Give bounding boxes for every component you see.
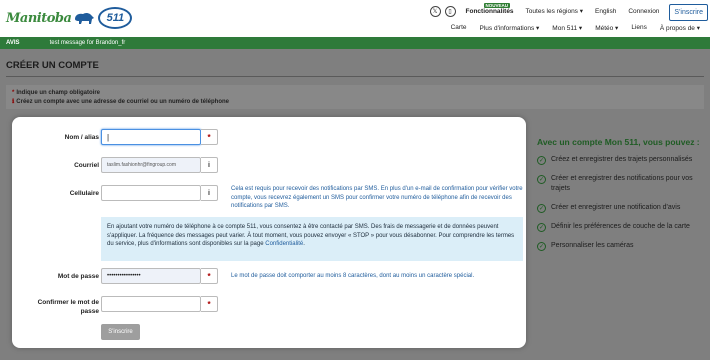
check-circle-icon: ✓ (537, 204, 546, 213)
notice-required-text: Indique un champ obligatoire (16, 90, 101, 96)
check-circle-icon: ✓ (537, 175, 546, 184)
benefit-text: Personnaliser les caméras (551, 242, 634, 249)
features-label: Fonctionnalités (465, 7, 514, 15)
nav-more-info[interactable]: Plus d'informations ▾ (480, 24, 540, 32)
benefit-item: ✓ Créer et enregistrer une notification d… (537, 203, 707, 213)
top-nav: 𝕏 ▯ NOUVEAU Fonctionnalités Toutes les r… (429, 2, 710, 21)
new-badge: NOUVEAU (483, 2, 511, 8)
alert-message[interactable]: test message for Brandon_fr (50, 40, 126, 46)
required-icon: * (201, 129, 218, 145)
benefits-panel: Avec un compte Mon 511, vous pouvez : ✓ C… (537, 137, 707, 260)
name-input[interactable]: | (101, 129, 201, 145)
cell-input[interactable] (101, 185, 201, 201)
name-label: Nom / alias (64, 134, 99, 141)
confirm-password-label: Confirmer le mot de passe (38, 298, 99, 316)
alert-banner: AVIS test message for Brandon_fr (0, 37, 710, 49)
x-twitter-icon[interactable]: 𝕏 (429, 5, 441, 17)
main-nav: Carte Plus d'informations ▾ Mon 511 ▾ Mé… (438, 24, 700, 32)
sms-consent-text: En ajoutant votre numéro de téléphone à … (107, 224, 515, 247)
benefits-title: Avec un compte Mon 511, vous pouvez : (537, 137, 700, 147)
site-header: Manitoba 511 𝕏 ▯ NOUVEAU Fonctionnalités… (0, 0, 710, 37)
confirm-label-line1: Confirmer le mot de (37, 299, 99, 306)
required-asterisk: * (12, 90, 15, 96)
info-icon[interactable]: i (201, 185, 218, 201)
email-label: Courriel (74, 162, 99, 169)
benefit-text: Créer et enregistrer une notification d'… (551, 204, 681, 211)
required-icon: * (201, 268, 218, 284)
signup-top-button[interactable]: S'inscrire (669, 3, 708, 21)
info-icon[interactable]: i (201, 157, 218, 173)
password-input[interactable]: •••••••••••••••• (101, 268, 201, 284)
sms-consent-info: En ajoutant votre numéro de téléphone à … (101, 217, 523, 261)
required-icon: * (201, 296, 218, 312)
features-link[interactable]: NOUVEAU Fonctionnalités (465, 2, 514, 15)
check-circle-icon: ✓ (537, 223, 546, 232)
nav-map[interactable]: Carte (451, 24, 467, 32)
phone-icon[interactable]: ▯ (444, 5, 456, 17)
signup-form-modal: Nom / alias | * Courriel taslim.fashionh… (12, 117, 526, 348)
manitoba-511-logo[interactable]: Manitoba 511 (6, 6, 133, 30)
page-title: CRÉER UN COMPTE (6, 60, 99, 71)
benefit-item: ✓ Créez et enregistrer des trajets person… (537, 155, 707, 165)
bison-icon (75, 12, 95, 24)
check-circle-icon: ✓ (537, 242, 546, 251)
badge-511: 511 (98, 7, 133, 29)
privacy-link[interactable]: Confidentialité (265, 241, 303, 247)
nav-my511[interactable]: Mon 511 ▾ (552, 24, 582, 32)
nav-weather[interactable]: Météo ▾ (595, 24, 618, 32)
check-circle-icon: ✓ (537, 156, 546, 165)
benefit-text: Créez et enregistrer des trajets personn… (551, 156, 693, 163)
password-help-text: Le mot de passe doit comporter au moins … (231, 273, 475, 279)
submit-button[interactable]: S'inscrire (101, 324, 140, 340)
confirm-label-line2: passe (80, 308, 99, 315)
alert-label: AVIS (6, 40, 20, 46)
notice-info-text: Créez un compte avec une adresse de cour… (16, 99, 230, 105)
divider (6, 76, 704, 77)
info-icon: ℹ (12, 99, 15, 105)
nav-links[interactable]: Liens (631, 24, 647, 32)
benefits-list: ✓ Créez et enregistrer des trajets person… (537, 155, 707, 251)
nav-about[interactable]: À propos de ▾ (660, 24, 700, 32)
benefit-item: ✓ Définir les préférences de couche de la… (537, 222, 707, 232)
email-input[interactable]: taslim.fashionhr@fingroup.com (101, 157, 201, 173)
cell-label: Cellulaire (69, 190, 99, 197)
benefit-item: ✓ Créer et enregistrer des notifications … (537, 174, 707, 194)
benefit-item: ✓ Personnaliser les caméras (537, 241, 707, 251)
required-notice: * Indique un champ obligatoire ℹ Créez un … (6, 85, 704, 109)
password-label: Mot de passe (57, 273, 99, 280)
language-link[interactable]: English (595, 8, 616, 15)
login-link[interactable]: Connexion (628, 8, 659, 15)
cell-help-text: Cela est requis pour recevoir des notifi… (231, 186, 523, 209)
benefit-text: Créer et enregistrer des notifications p… (551, 175, 693, 192)
logo-wordmark: Manitoba (6, 10, 72, 26)
confirm-password-input[interactable] (101, 296, 201, 312)
benefit-text: Définir les préférences de couche de la … (551, 223, 690, 230)
regions-dropdown[interactable]: Toutes les régions ▾ (526, 7, 583, 15)
